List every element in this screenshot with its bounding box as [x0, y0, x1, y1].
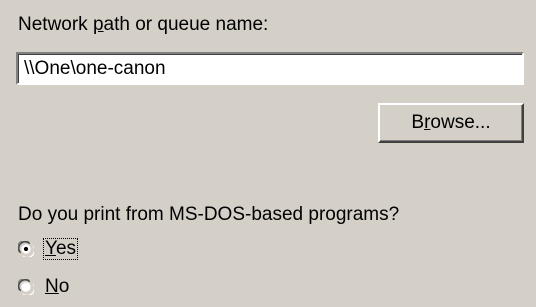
network-path-label-text: Network	[18, 14, 93, 35]
no-radio-mnemonic: N	[45, 276, 59, 297]
no-radio-label[interactable]: No	[44, 277, 70, 297]
printer-path-dialog: Network path or queue name: \\One\one-ca…	[0, 0, 536, 307]
yes-radio-option[interactable]: Yes	[18, 237, 79, 261]
no-radio-label-rest: o	[58, 276, 70, 297]
yes-radio-label-rest: es	[55, 238, 77, 259]
browse-button-label: B	[411, 112, 425, 133]
browse-button-label-rest: owse...	[430, 112, 491, 133]
no-radio-option[interactable]: No	[18, 275, 70, 299]
network-path-input[interactable]: \\One\one-canon	[16, 52, 524, 85]
radio-selected-icon[interactable]	[18, 241, 34, 257]
browse-button[interactable]: Browse...	[378, 103, 524, 143]
network-path-label-rest: ath or queue name:	[103, 14, 269, 35]
network-path-label-mnemonic: p	[92, 14, 104, 35]
yes-radio-mnemonic: Y	[45, 238, 56, 259]
network-path-label: Network path or queue name:	[18, 14, 268, 36]
yes-radio-label[interactable]: Yes	[42, 238, 79, 260]
radio-unselected-icon[interactable]	[18, 279, 34, 295]
msdos-question-label: Do you print from MS-DOS-based programs?	[18, 204, 400, 225]
